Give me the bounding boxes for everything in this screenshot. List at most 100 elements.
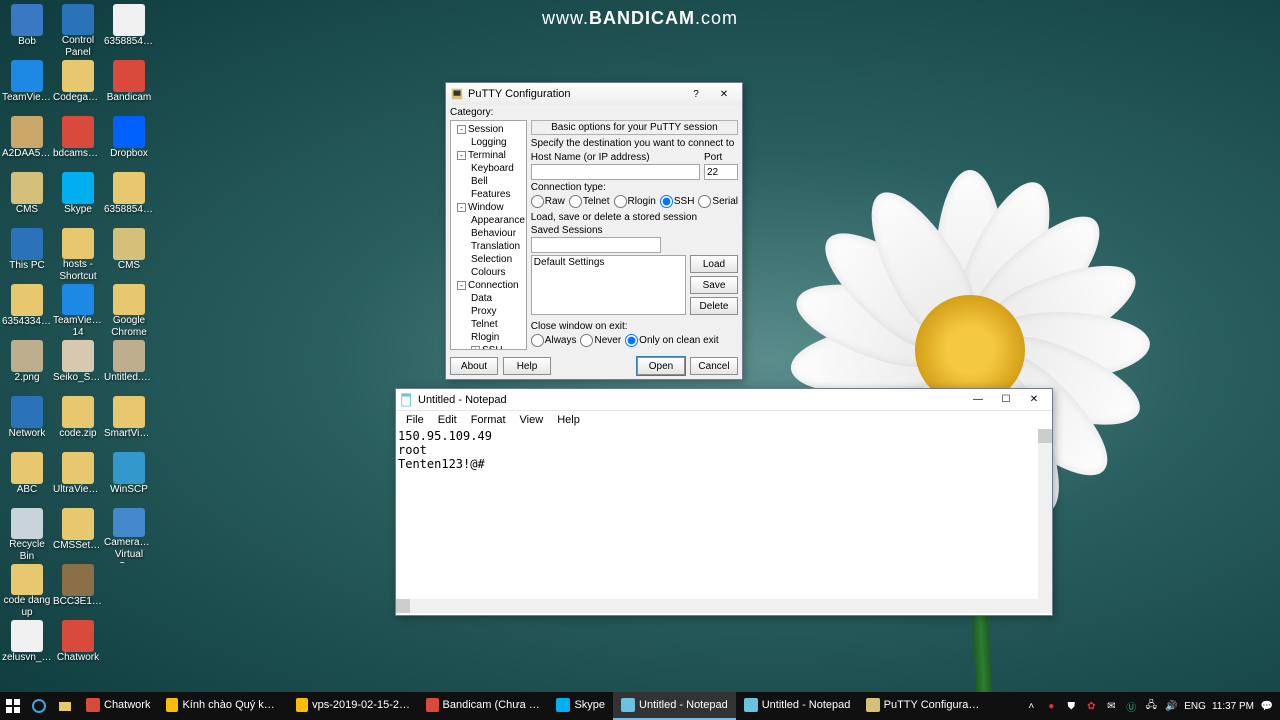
putty-titlebar[interactable]: PuTTY Configuration ? ✕ <box>446 83 742 105</box>
desktop-icon[interactable]: TeamViewe... <box>2 60 52 115</box>
desktop-icon[interactable]: zelusvn_co... <box>2 620 52 675</box>
closeopt-option[interactable]: Never <box>580 334 621 347</box>
desktop-icon[interactable]: A2DAA57D-... <box>2 116 52 171</box>
saved-item[interactable]: Default Settings <box>534 257 683 268</box>
desktop-icon[interactable]: Bandicam <box>104 60 154 115</box>
tree-node[interactable]: Proxy <box>451 305 526 318</box>
start-button[interactable] <box>0 692 26 720</box>
tray-volume-icon[interactable]: 🔊 <box>1164 699 1178 713</box>
tray-notifications-icon[interactable]: 💬 <box>1260 699 1274 713</box>
delete-button[interactable]: Delete <box>690 297 738 315</box>
scrollbar-vertical[interactable] <box>1038 429 1052 599</box>
desktop-icon[interactable]: Control Panel <box>53 4 103 59</box>
tray-time[interactable]: 11:37 PM <box>1212 701 1254 712</box>
cancel-button[interactable]: Cancel <box>690 357 738 375</box>
menu-item[interactable]: File <box>400 412 430 428</box>
desktop-icon[interactable]: TeamViewer 14 <box>53 284 103 339</box>
tray-record-icon[interactable]: ● <box>1044 699 1058 713</box>
tree-node[interactable]: -Window <box>451 201 526 214</box>
tree-node[interactable]: Telnet <box>451 318 526 331</box>
desktop-icon[interactable]: Chatwork <box>53 620 103 675</box>
tray-shield-icon[interactable]: ⛊ <box>1064 699 1078 713</box>
desktop-icon[interactable]: Network <box>2 396 52 451</box>
desktop-icon[interactable]: Skype <box>53 172 103 227</box>
tree-node[interactable]: Behaviour <box>451 227 526 240</box>
desktop-icon[interactable]: CameraFTP Virtual Se... <box>104 508 154 563</box>
desktop-icon[interactable]: hosts - Shortcut <box>53 228 103 283</box>
conntype-option[interactable]: Serial <box>698 195 738 208</box>
tray-app-icon[interactable]: ✿ <box>1084 699 1098 713</box>
tree-node[interactable]: Keyboard <box>451 162 526 175</box>
closeopt-option[interactable]: Always <box>531 334 577 347</box>
tree-node[interactable]: -Terminal <box>451 149 526 162</box>
tree-node[interactable]: Features <box>451 188 526 201</box>
desktop-icon[interactable]: WinSCP <box>104 452 154 507</box>
desktop-icon[interactable]: CMSSetup.... <box>53 508 103 563</box>
tree-node[interactable]: Appearance <box>451 214 526 227</box>
desktop-icon[interactable]: Recycle Bin <box>2 508 52 563</box>
menu-item[interactable]: Help <box>551 412 586 428</box>
desktop-icon[interactable]: CMS <box>104 228 154 283</box>
taskbar-item[interactable]: PuTTY Configuration <box>858 692 988 720</box>
desktop-icon[interactable]: Bob <box>2 4 52 59</box>
category-tree[interactable]: -SessionLogging-TerminalKeyboardBellFeat… <box>450 120 527 350</box>
desktop-icon[interactable]: 2.png <box>2 340 52 395</box>
conntype-option[interactable]: Telnet <box>569 195 610 208</box>
tree-node[interactable]: Translation <box>451 240 526 253</box>
notepad-titlebar[interactable]: Untitled - Notepad — ☐ ✕ <box>396 389 1052 411</box>
tree-node[interactable]: Colours <box>451 266 526 279</box>
taskbar-item[interactable]: Bandicam (Chưa đặn... <box>418 692 548 720</box>
closeopt-option[interactable]: Only on clean exit <box>625 334 719 347</box>
taskbar-item[interactable]: Skype <box>548 692 613 720</box>
save-button[interactable]: Save <box>690 276 738 294</box>
conntype-option[interactable]: Raw <box>531 195 565 208</box>
conntype-option[interactable]: SSH <box>660 195 695 208</box>
tray-av-icon[interactable]: ✉ <box>1104 699 1118 713</box>
tree-node[interactable]: Data <box>451 292 526 305</box>
maximize-button[interactable]: ☐ <box>992 391 1020 409</box>
desktop-icon[interactable]: bdcamsetu... <box>53 116 103 171</box>
tree-node[interactable]: Rlogin <box>451 331 526 344</box>
taskbar-item[interactable]: vps-2019-02-15-23-31... <box>288 692 418 720</box>
tree-node[interactable]: Selection <box>451 253 526 266</box>
saved-sessions-list[interactable]: Default Settings <box>531 255 686 315</box>
resize-grip[interactable] <box>1038 599 1052 613</box>
desktop-icon[interactable]: Codegaoba... <box>53 60 103 115</box>
menu-item[interactable]: Format <box>465 412 512 428</box>
tree-node[interactable]: -Connection <box>451 279 526 292</box>
notepad-textarea[interactable] <box>396 429 1038 599</box>
desktop-icon[interactable]: UltraViewe... <box>53 452 103 507</box>
about-button[interactable]: About <box>450 357 498 375</box>
desktop-icon[interactable]: Seiko_SRP4... <box>53 340 103 395</box>
saved-input[interactable] <box>531 237 661 253</box>
edge-button[interactable] <box>26 692 52 720</box>
tree-node[interactable]: Logging <box>451 136 526 149</box>
desktop-icon[interactable]: CMS <box>2 172 52 227</box>
tray-u-icon[interactable]: Ⓤ <box>1124 699 1138 713</box>
tray-up-icon[interactable]: ˄ <box>1024 699 1038 713</box>
desktop-icon[interactable]: SmartViewe... <box>104 396 154 451</box>
desktop-icon[interactable]: This PC <box>2 228 52 283</box>
help-button[interactable]: Help <box>503 357 551 375</box>
explorer-button[interactable] <box>52 692 78 720</box>
scrollbar-horizontal[interactable] <box>396 599 1038 613</box>
help-button[interactable]: ? <box>682 85 710 103</box>
tree-node[interactable]: +SSH <box>451 344 526 350</box>
desktop-icon[interactable]: Google Chrome <box>104 284 154 339</box>
desktop-icon[interactable]: ABC <box>2 452 52 507</box>
close-button[interactable]: ✕ <box>1020 391 1048 409</box>
host-input[interactable] <box>531 164 700 180</box>
desktop-icon[interactable]: 6354334140... <box>2 284 52 339</box>
desktop-icon[interactable]: Untitled.png <box>104 340 154 395</box>
taskbar-item[interactable]: Untitled - Notepad <box>613 692 736 720</box>
desktop-icon[interactable]: BCC3E18D-... <box>53 564 103 619</box>
taskbar-item[interactable]: Untitled - Notepad <box>736 692 859 720</box>
taskbar-item[interactable]: Chatwork <box>78 692 158 720</box>
tree-node[interactable]: -Session <box>451 123 526 136</box>
tray-network-icon[interactable]: 🖧 <box>1144 699 1158 713</box>
open-button[interactable]: Open <box>637 357 685 375</box>
taskbar-item[interactable]: Kính chào Quý khách... <box>158 692 288 720</box>
desktop-icon[interactable]: 6358854014... <box>104 172 154 227</box>
desktop-icon[interactable]: code.zip <box>53 396 103 451</box>
minimize-button[interactable]: — <box>964 391 992 409</box>
